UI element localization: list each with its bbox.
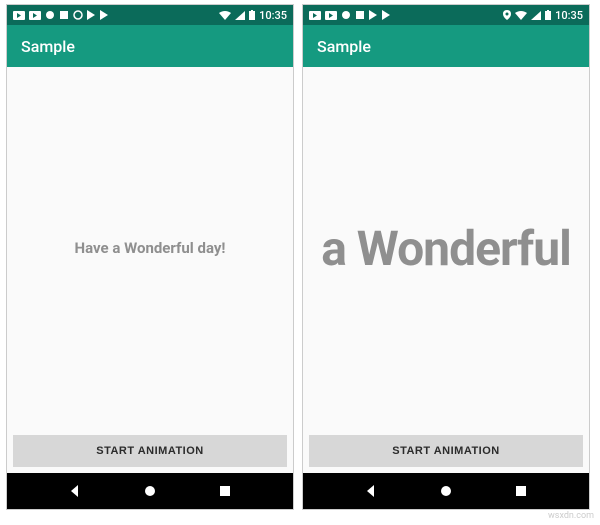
- battery-icon: [545, 10, 551, 20]
- navigation-bar: [303, 473, 589, 509]
- video-icon: [309, 11, 321, 20]
- status-left: [13, 10, 109, 20]
- start-animation-button[interactable]: START ANIMATION: [13, 435, 287, 467]
- status-time: 10:35: [259, 9, 287, 22]
- app-icon: [45, 10, 55, 20]
- phone-screenshot-right: 10:35 Sample a Wonderful START ANIMATION: [302, 4, 590, 510]
- phone-screenshot-left: 10:35 Sample Have a Wonderful day! START…: [6, 4, 294, 510]
- nav-home-icon[interactable]: [439, 484, 453, 498]
- nav-home-icon[interactable]: [143, 484, 157, 498]
- video-icon-2: [325, 11, 337, 20]
- message-text: Have a Wonderful day!: [75, 239, 226, 257]
- map-icon: [355, 10, 365, 20]
- status-right: 10:35: [503, 9, 583, 22]
- message-container: a Wonderful: [303, 67, 589, 429]
- play-icon: [87, 10, 96, 20]
- status-right: 10:35: [219, 9, 287, 22]
- message-container: Have a Wonderful day!: [7, 67, 293, 429]
- signal-icon: [235, 11, 245, 20]
- wifi-icon: [219, 11, 231, 20]
- message-text-zoomed: a Wonderful: [321, 220, 571, 277]
- battery-icon: [249, 10, 255, 20]
- watermark: wsxdn.com: [548, 511, 594, 521]
- wifi-icon: [515, 11, 527, 20]
- video-icon-2: [29, 11, 41, 20]
- content-area: Have a Wonderful day! START ANIMATION: [7, 67, 293, 473]
- nav-recent-icon[interactable]: [218, 484, 232, 498]
- app-bar: Sample: [7, 25, 293, 67]
- map-icon: [59, 10, 69, 20]
- play-icon-2: [382, 10, 391, 20]
- nav-back-icon[interactable]: [364, 484, 378, 498]
- nav-recent-icon[interactable]: [514, 484, 528, 498]
- start-animation-button[interactable]: START ANIMATION: [309, 435, 583, 467]
- circle-icon: [73, 10, 83, 20]
- button-bar: START ANIMATION: [7, 429, 293, 473]
- app-title: Sample: [317, 37, 371, 56]
- status-left: [309, 10, 391, 20]
- signal-icon: [531, 11, 541, 20]
- video-icon: [13, 11, 25, 20]
- status-bar: 10:35: [7, 5, 293, 25]
- app-icon: [341, 10, 351, 20]
- button-bar: START ANIMATION: [303, 429, 589, 473]
- navigation-bar: [7, 473, 293, 509]
- status-bar: 10:35: [303, 5, 589, 25]
- nav-back-icon[interactable]: [68, 484, 82, 498]
- play-icon: [369, 10, 378, 20]
- app-title: Sample: [21, 37, 75, 56]
- app-bar: Sample: [303, 25, 589, 67]
- location-icon: [503, 10, 511, 20]
- play-icon-2: [100, 10, 109, 20]
- status-time: 10:35: [555, 9, 583, 22]
- content-area: a Wonderful START ANIMATION: [303, 67, 589, 473]
